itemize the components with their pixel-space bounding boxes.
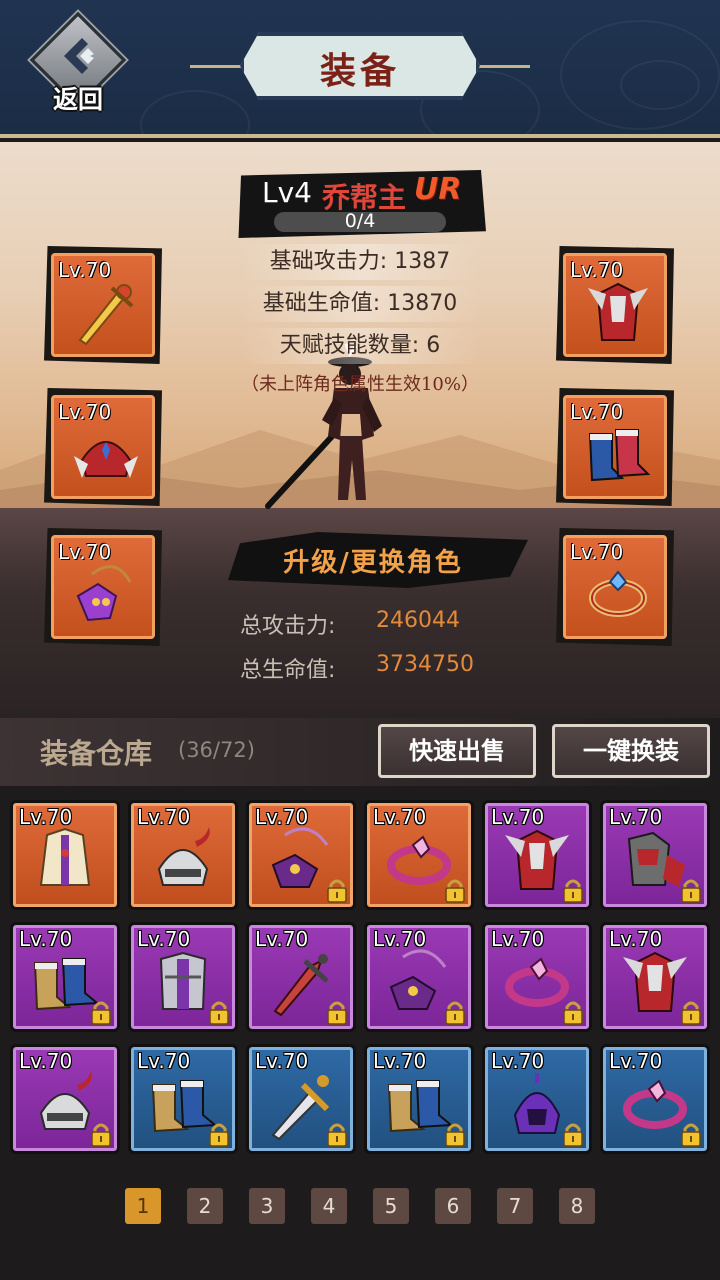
page-title-plaque: 装备 [190, 28, 530, 104]
lock-icon [681, 1123, 701, 1147]
amulet-icon [76, 565, 132, 622]
page-button-2[interactable]: 2 [187, 1188, 223, 1224]
lock-icon [327, 1123, 347, 1147]
equipped-weapon-slot[interactable]: Lv.70 [44, 246, 162, 364]
back-button[interactable]: 返回 [29, 11, 127, 114]
lock-icon [563, 879, 583, 903]
lock-icon [445, 1001, 465, 1025]
warehouse-item[interactable]: Lv.70 [246, 1044, 356, 1154]
total-attack-value: 246044 [376, 608, 460, 633]
page-button-6[interactable]: 6 [435, 1188, 471, 1224]
lock-icon [209, 1123, 229, 1147]
lock-icon [681, 879, 701, 903]
warehouse-item[interactable]: Lv.70 [364, 800, 474, 910]
warehouse-item[interactable]: Lv.70 [128, 922, 238, 1032]
lock-icon [91, 1123, 111, 1147]
lock-icon [327, 879, 347, 903]
horned-helmet-icon [157, 827, 210, 886]
page-title: 装备 [319, 50, 400, 92]
hero-exp-text: 0/4 [344, 210, 376, 232]
helmet-icon [74, 441, 138, 478]
warehouse-title: 装备仓库 [40, 737, 153, 770]
warehouse-item[interactable]: Lv.70 [128, 1044, 238, 1154]
lock-icon [563, 1001, 583, 1025]
page-button-3[interactable]: 3 [249, 1188, 285, 1224]
lock-icon [681, 1001, 701, 1025]
warehouse-item[interactable]: Lv.70 [600, 1044, 710, 1154]
warehouse-item[interactable]: Lv.70 [128, 800, 238, 910]
warehouse-item[interactable]: Lv.70 [10, 1044, 120, 1154]
page-button-5[interactable]: 5 [373, 1188, 409, 1224]
warehouse-item[interactable]: Lv.70 [482, 800, 592, 910]
ring-icon [589, 570, 647, 617]
warehouse-item[interactable]: Lv.70 [600, 800, 710, 910]
equipped-armor-slot[interactable]: Lv.70 [556, 246, 674, 364]
hero-level: Lv4 [262, 176, 312, 209]
talent-skill-count: 天赋技能数量: 6 [240, 328, 480, 364]
page-button-4[interactable]: 4 [311, 1188, 347, 1224]
equipped-boots-slot[interactable]: Lv.70 [556, 388, 674, 506]
warehouse-count: (36/72) [178, 738, 255, 762]
equipped-helmet-slot[interactable]: Lv.70 [44, 388, 162, 506]
back-label: 返回 [52, 85, 103, 114]
boots-icon [588, 429, 651, 482]
hero-rarity-badge: UR [414, 172, 462, 207]
base-attack-stat: 基础攻击力: 1387 [240, 244, 480, 280]
page-button-8[interactable]: 8 [559, 1188, 595, 1224]
stat-effect-note: （未上阵角色属性生效10%） [240, 374, 479, 395]
armor-icon [588, 282, 648, 341]
warehouse-item[interactable]: Lv.70 [600, 922, 710, 1032]
warehouse-item[interactable]: Lv.70 [246, 922, 356, 1032]
warehouse-item[interactable]: Lv.70 [364, 1044, 474, 1154]
total-hp-label: 总生命值: [240, 658, 336, 683]
warehouse-item[interactable]: Lv.70 [482, 1044, 592, 1154]
equipped-amulet-slot[interactable]: Lv.70 [44, 528, 162, 646]
warehouse-item[interactable]: Lv.70 [482, 922, 592, 1032]
cloud-ornament [620, 60, 700, 110]
page-button-1[interactable]: 1 [125, 1188, 161, 1224]
upgrade-change-hero-label[interactable]: 升级/更换角色 [228, 542, 518, 579]
lock-icon [327, 1001, 347, 1025]
back-arrow-icon [64, 38, 94, 74]
equip-all-button[interactable]: 一键换装 [552, 724, 710, 778]
lock-icon [563, 1123, 583, 1147]
base-hp-stat: 基础生命值: 13870 [240, 286, 480, 322]
total-hp-value: 3734750 [376, 652, 474, 677]
robe-icon [39, 827, 91, 886]
total-attack-label: 总攻击力: [240, 614, 336, 639]
quick-sell-button[interactable]: 快速出售 [378, 724, 536, 778]
sword-icon [78, 284, 134, 346]
lock-icon [91, 1001, 111, 1025]
hero-character[interactable] [262, 340, 392, 516]
page-button-7[interactable]: 7 [497, 1188, 533, 1224]
warehouse-item[interactable]: Lv.70 [364, 922, 474, 1032]
equipped-ring-slot[interactable]: Lv.70 [556, 528, 674, 646]
lock-icon [445, 879, 465, 903]
warehouse-item[interactable]: Lv.70 [10, 800, 120, 910]
warehouse-item[interactable]: Lv.70 [10, 922, 120, 1032]
lock-icon [445, 1123, 465, 1147]
lock-icon [209, 1001, 229, 1025]
warehouse-item[interactable]: Lv.70 [246, 800, 356, 910]
